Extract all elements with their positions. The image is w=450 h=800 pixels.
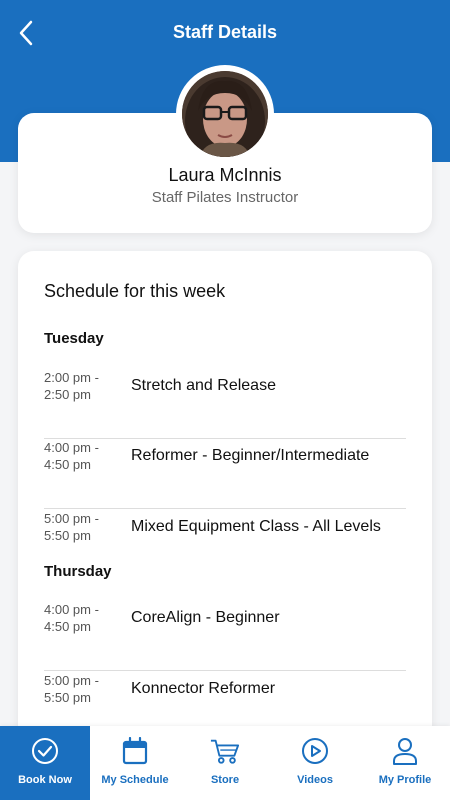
check-circle-icon <box>30 736 60 766</box>
class-name: Stretch and Release <box>131 377 276 394</box>
class-name: Konnector Reformer <box>131 680 276 697</box>
class-row[interactable]: 4:00 pm - 4:50 pm Reformer - Beginner/In… <box>44 439 406 509</box>
user-icon <box>390 736 420 766</box>
avatar <box>176 65 274 163</box>
tab-label: My Profile <box>378 774 432 786</box>
class-start-time: 4:00 pm - <box>44 602 99 617</box>
class-end-time: 5:50 pm <box>44 528 91 543</box>
class-name: CoreAlign - Beginner <box>131 609 280 626</box>
calendar-icon <box>120 736 150 766</box>
class-row[interactable]: 5:00 pm - 5:50 pm Mixed Equipment Class … <box>44 510 406 560</box>
class-time: 4:00 pm - 4:50 pm <box>44 601 124 635</box>
class-start-time: 5:00 pm - <box>44 673 99 688</box>
cart-icon <box>210 736 240 766</box>
tab-my-schedule[interactable]: My Schedule <box>90 726 180 800</box>
tab-label: Store <box>210 774 240 786</box>
class-end-time: 2:50 pm <box>44 387 91 402</box>
class-name: Reformer - Beginner/Intermediate <box>131 447 370 464</box>
class-row[interactable]: 4:00 pm - 4:50 pm CoreAlign - Beginner <box>44 601 406 671</box>
tab-label: Videos <box>297 774 333 786</box>
schedule-title: Schedule for this week <box>44 281 226 301</box>
tab-label: My Schedule <box>101 774 169 786</box>
tab-my-profile[interactable]: My Profile <box>360 726 450 800</box>
class-start-time: 5:00 pm - <box>44 511 99 526</box>
class-time: 4:00 pm - 4:50 pm <box>44 439 124 473</box>
play-circle-icon <box>300 736 330 766</box>
day-heading-tuesday: Tuesday <box>44 330 104 347</box>
staff-name: Laura McInnis <box>168 165 282 185</box>
class-start-time: 2:00 pm - <box>44 370 99 385</box>
class-time: 2:00 pm - 2:50 pm <box>44 369 124 403</box>
avatar-portrait-icon <box>182 71 268 157</box>
class-end-time: 5:50 pm <box>44 690 91 705</box>
tab-book-now[interactable]: Book Now <box>0 726 90 800</box>
tab-videos[interactable]: Videos <box>270 726 360 800</box>
class-row[interactable]: 2:00 pm - 2:50 pm Stretch and Release <box>44 369 406 439</box>
class-end-time: 4:50 pm <box>44 457 91 472</box>
schedule-card[interactable]: Schedule for this week Tuesday 2:00 pm -… <box>18 251 432 741</box>
avatar-photo <box>182 71 268 157</box>
class-end-time: 4:50 pm <box>44 619 91 634</box>
tab-store[interactable]: Store <box>180 726 270 800</box>
class-name: Mixed Equipment Class - All Levels <box>131 518 381 535</box>
tab-label: Book Now <box>18 774 72 786</box>
bottom-tab-bar: Book Now My Schedule Store Videos My Pro… <box>0 726 450 800</box>
day-heading-thursday: Thursday <box>44 563 112 580</box>
class-time: 5:00 pm - 5:50 pm <box>44 510 124 544</box>
staff-role: Staff Pilates Instructor <box>151 189 299 206</box>
row-divider <box>44 670 406 671</box>
page-title: Staff Details <box>172 22 278 42</box>
class-start-time: 4:00 pm - <box>44 440 99 455</box>
class-time: 5:00 pm - 5:50 pm <box>44 672 124 706</box>
row-divider <box>44 508 406 509</box>
